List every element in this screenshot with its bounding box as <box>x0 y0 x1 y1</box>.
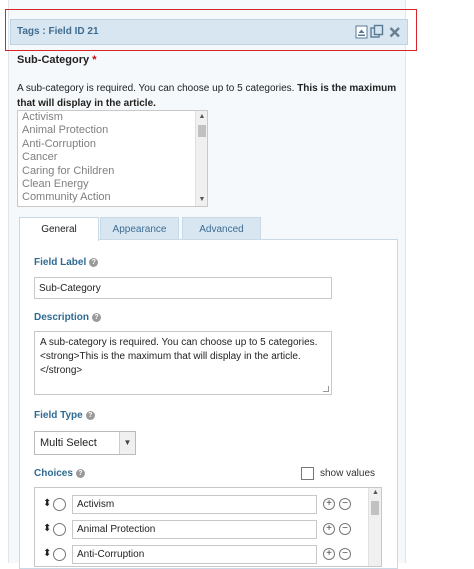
remove-choice-icon[interactable]: − <box>339 523 351 535</box>
add-choice-icon[interactable]: + <box>323 523 335 535</box>
resize-handle-icon[interactable] <box>323 386 329 392</box>
add-choice-icon[interactable]: + <box>323 548 335 560</box>
list-item[interactable]: Clean Energy <box>18 178 207 191</box>
default-choice-radio[interactable] <box>53 523 66 536</box>
subcategory-preview-title: Sub-Category * <box>17 54 97 66</box>
list-item[interactable]: Animal Protection <box>18 124 207 137</box>
show-values-checkbox[interactable] <box>301 467 314 480</box>
list-item[interactable]: Anti-Corruption <box>18 138 207 151</box>
required-mark: * <box>92 54 97 66</box>
tab-appearance[interactable]: Appearance <box>100 217 179 240</box>
titlebar-highlight-box <box>5 9 417 51</box>
listbox-scrollbar[interactable]: ▲ ▼ <box>195 111 207 206</box>
field-type-select[interactable]: Multi Select ▼ <box>34 431 136 455</box>
choices-heading: Choices? <box>34 468 85 479</box>
choice-input[interactable]: Animal Protection <box>72 520 317 539</box>
subcategory-multiselect-preview[interactable]: Activism Animal Protection Anti-Corrupti… <box>17 110 208 207</box>
add-choice-icon[interactable]: + <box>323 498 335 510</box>
choice-row: ⬍ Anti-Corruption + − <box>35 545 365 565</box>
list-item[interactable]: Caring for Children <box>18 165 207 178</box>
field-label-input[interactable]: Sub-Category <box>34 277 332 299</box>
tab-advanced[interactable]: Advanced <box>182 217 261 240</box>
default-choice-radio[interactable] <box>53 548 66 561</box>
list-item[interactable]: Activism <box>18 111 207 124</box>
choice-row: ⬍ Activism + − <box>35 495 365 515</box>
drag-handle-icon[interactable]: ⬍ <box>43 523 51 534</box>
remove-choice-icon[interactable]: − <box>339 548 351 560</box>
subcategory-preview-description: A sub-category is required. You can choo… <box>17 83 397 109</box>
description-heading: Description? <box>34 312 102 323</box>
scroll-down-icon[interactable]: ▼ <box>196 195 207 205</box>
chevron-down-icon[interactable]: ▼ <box>119 432 135 454</box>
scroll-up-icon[interactable]: ▲ <box>369 489 381 496</box>
help-icon[interactable]: ? <box>92 313 102 322</box>
show-values-label: show values <box>320 468 376 479</box>
scroll-up-icon[interactable]: ▲ <box>196 112 207 122</box>
description-textarea[interactable]: A sub-category is required. You can choo… <box>34 331 332 395</box>
choice-row: ⬍ Animal Protection + − <box>35 520 365 540</box>
drag-handle-icon[interactable]: ⬍ <box>43 548 51 559</box>
choices-list: ⬍ Activism + − ⬍ Animal Protection + − ⬍… <box>34 487 382 567</box>
field-type-heading: Field Type? <box>34 410 95 421</box>
tab-general[interactable]: General <box>19 217 99 241</box>
default-choice-radio[interactable] <box>53 498 66 511</box>
scrollbar-thumb[interactable] <box>198 125 206 137</box>
choice-input[interactable]: Anti-Corruption <box>72 545 317 564</box>
help-icon[interactable]: ? <box>85 411 95 420</box>
field-label-heading: Field Label? <box>34 257 99 268</box>
scrollbar-thumb[interactable] <box>371 501 379 515</box>
drag-handle-icon[interactable]: ⬍ <box>43 498 51 509</box>
help-icon[interactable]: ? <box>75 469 85 478</box>
choices-scrollbar[interactable]: ▲ <box>368 488 381 566</box>
list-item[interactable]: Cancer <box>18 151 207 164</box>
remove-choice-icon[interactable]: − <box>339 498 351 510</box>
choice-input[interactable]: Activism <box>72 495 317 514</box>
list-item[interactable]: Community Action <box>18 191 207 204</box>
help-icon[interactable]: ? <box>89 258 99 267</box>
